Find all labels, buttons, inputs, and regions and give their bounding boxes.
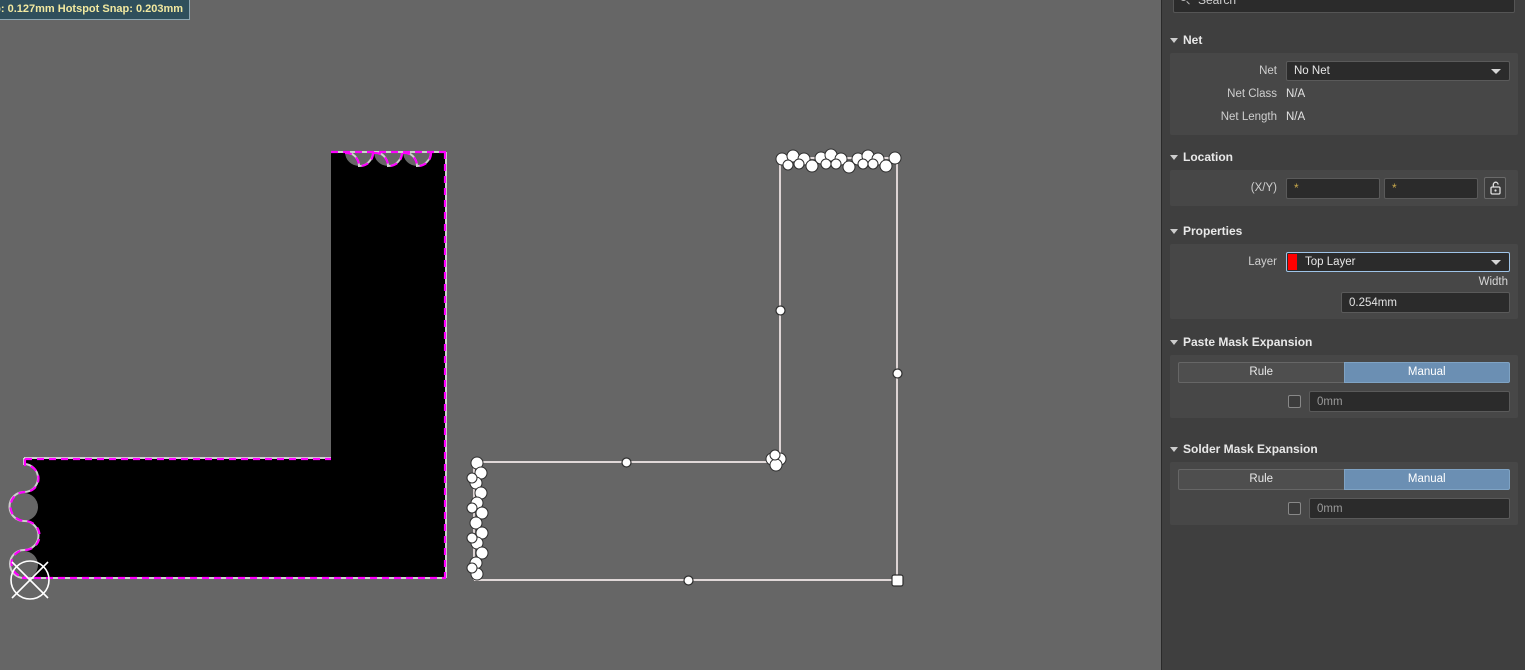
y-coordinate-value: * bbox=[1392, 181, 1397, 195]
paste-mask-expansion-value: 0mm bbox=[1317, 395, 1343, 408]
section-body-net: Net No Net Net Class N/A Net Length N/A bbox=[1170, 53, 1518, 135]
solder-mask-expansion-row: 0mm bbox=[1170, 498, 1518, 519]
section-body-properties: Layer Top Layer Width 0.254mm bbox=[1170, 244, 1518, 319]
width-value: 0.254mm bbox=[1349, 296, 1397, 309]
paste-mask-expansion-input[interactable]: 0mm bbox=[1309, 391, 1510, 412]
section-header-paste-mask[interactable]: Paste Mask Expansion bbox=[1170, 333, 1525, 351]
properties-panel: Net Net No Net Net Class N/A Net Length … bbox=[1161, 0, 1525, 670]
section-body-paste-mask: Rule Manual 0mm bbox=[1170, 355, 1518, 418]
label-net-length: Net Length bbox=[1220, 111, 1277, 123]
section-title-properties: Properties bbox=[1183, 224, 1243, 238]
solder-mask-manual-button[interactable]: Manual bbox=[1343, 469, 1510, 490]
unlocked-padlock-icon bbox=[1489, 181, 1501, 195]
field-net-length: Net Length N/A bbox=[1170, 106, 1518, 128]
label-layer: Layer bbox=[1248, 256, 1277, 268]
field-xy: (X/Y) * * bbox=[1170, 177, 1518, 199]
chevron-down-icon bbox=[1491, 69, 1501, 74]
section-header-net[interactable]: Net bbox=[1170, 31, 1525, 49]
field-net-class: Net Class N/A bbox=[1170, 83, 1518, 105]
pcb-editor-window: Snap: 0.127mm Hotspot Snap: 0.203mm Net … bbox=[0, 0, 1525, 670]
pcb-canvas[interactable]: Snap: 0.127mm Hotspot Snap: 0.203mm bbox=[0, 0, 1161, 670]
search-box[interactable] bbox=[1173, 0, 1515, 13]
segment-midpoint-handle[interactable] bbox=[621, 305, 903, 586]
paste-mask-manual-button[interactable]: Manual bbox=[1343, 362, 1510, 383]
chevron-down-icon bbox=[1170, 229, 1178, 234]
solder-mask-expansion-checkbox[interactable] bbox=[1288, 502, 1301, 515]
paste-mask-mode-toggle: Rule Manual bbox=[1170, 362, 1518, 383]
chevron-down-icon bbox=[1170, 447, 1178, 452]
status-bar-text: Snap: 0.127mm Hotspot Snap: 0.203mm bbox=[0, 3, 184, 15]
layer-dropdown[interactable]: Top Layer bbox=[1286, 252, 1510, 272]
section-paste-mask-expansion: Paste Mask Expansion Rule Manual 0mm bbox=[1162, 333, 1525, 418]
section-header-properties[interactable]: Properties bbox=[1170, 222, 1525, 240]
pcb-canvas-graphics bbox=[8, 138, 904, 600]
section-solder-mask-expansion: Solder Mask Expansion Rule Manual 0mm bbox=[1162, 440, 1525, 525]
x-coordinate-value: * bbox=[1294, 181, 1299, 195]
solder-mask-rule-button[interactable]: Rule bbox=[1178, 469, 1344, 490]
solder-mask-expansion-value: 0mm bbox=[1317, 502, 1343, 515]
search-input[interactable] bbox=[1198, 0, 1514, 7]
vertex-handle-cluster-top[interactable] bbox=[775, 148, 902, 174]
chevron-down-icon bbox=[1170, 38, 1178, 43]
paste-mask-rule-button[interactable]: Rule bbox=[1178, 362, 1344, 383]
net-dropdown[interactable]: No Net bbox=[1286, 61, 1510, 81]
endpoint-handle[interactable] bbox=[891, 574, 904, 587]
selected-track-path[interactable] bbox=[473, 157, 898, 581]
section-title-solder-mask: Solder Mask Expansion bbox=[1183, 442, 1318, 456]
section-title-net: Net bbox=[1183, 33, 1203, 47]
field-net: Net No Net bbox=[1170, 60, 1518, 82]
solder-mask-expansion-input[interactable]: 0mm bbox=[1309, 498, 1510, 519]
width-input-row: 0.254mm bbox=[1170, 290, 1518, 313]
section-location: Location (X/Y) * * bbox=[1162, 148, 1525, 206]
section-title-paste-mask: Paste Mask Expansion bbox=[1183, 335, 1313, 349]
paste-mask-expansion-row: 0mm bbox=[1170, 391, 1518, 412]
chevron-down-icon bbox=[1491, 260, 1501, 265]
layer-dropdown-value: Top Layer bbox=[1305, 256, 1356, 268]
status-bar-snap-info: Snap: 0.127mm Hotspot Snap: 0.203mm bbox=[0, 0, 191, 20]
field-layer: Layer Top Layer bbox=[1170, 251, 1518, 273]
section-title-location: Location bbox=[1183, 150, 1233, 164]
section-body-location: (X/Y) * * bbox=[1170, 170, 1518, 206]
paste-mask-expansion-checkbox[interactable] bbox=[1288, 395, 1301, 408]
width-input[interactable]: 0.254mm bbox=[1341, 292, 1510, 313]
section-header-location[interactable]: Location bbox=[1170, 148, 1525, 166]
vertex-handle-cluster-inner-corner[interactable] bbox=[765, 449, 787, 472]
section-body-solder-mask: Rule Manual 0mm bbox=[1170, 462, 1518, 525]
layer-color-swatch bbox=[1288, 254, 1297, 270]
label-net-class: Net Class bbox=[1227, 88, 1277, 100]
label-net: Net bbox=[1259, 65, 1277, 77]
search-icon bbox=[1180, 0, 1192, 6]
value-net-class: N/A bbox=[1286, 88, 1306, 100]
label-width: Width bbox=[1478, 276, 1508, 288]
y-coordinate-input[interactable]: * bbox=[1384, 177, 1478, 199]
chevron-down-icon bbox=[1170, 340, 1178, 345]
copper-region[interactable] bbox=[10, 138, 446, 579]
section-header-solder-mask[interactable]: Solder Mask Expansion bbox=[1170, 440, 1525, 458]
lock-position-button[interactable] bbox=[1484, 177, 1506, 199]
solder-mask-mode-toggle: Rule Manual bbox=[1170, 469, 1518, 490]
vertex-handle-cluster-left[interactable] bbox=[466, 456, 489, 581]
label-xy: (X/Y) bbox=[1250, 182, 1277, 194]
section-net: Net Net No Net Net Class N/A Net Length … bbox=[1162, 31, 1525, 135]
net-dropdown-value: No Net bbox=[1294, 65, 1330, 77]
x-coordinate-input[interactable]: * bbox=[1286, 177, 1380, 199]
chevron-down-icon bbox=[1170, 155, 1178, 160]
value-net-length: N/A bbox=[1286, 111, 1306, 123]
section-properties: Properties Layer Top Layer Width 0.254mm bbox=[1162, 222, 1525, 319]
label-width-row: Width bbox=[1170, 274, 1518, 290]
